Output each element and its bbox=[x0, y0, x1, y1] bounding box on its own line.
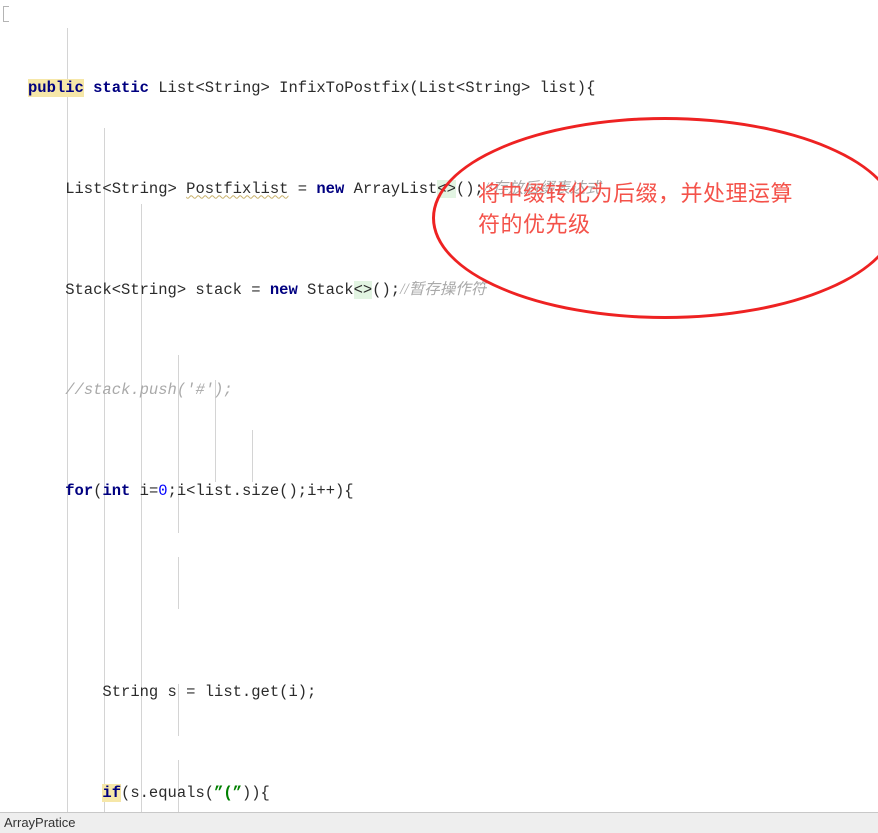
status-bar[interactable]: ArrayPratice bbox=[0, 812, 878, 833]
code-line[interactable]: String s = list.get(i); bbox=[0, 680, 878, 705]
editor-viewport[interactable]: public static List<String> InfixToPostfi… bbox=[0, 0, 878, 812]
inline-comment: //暂存操作符 bbox=[400, 281, 487, 299]
identifier-postfixlist: Postfixlist bbox=[186, 180, 289, 199]
code-content[interactable]: public static List<String> InfixToPostfi… bbox=[0, 0, 878, 812]
keyword-new: new bbox=[316, 180, 345, 199]
number-literal: 0 bbox=[158, 481, 168, 500]
keyword-new: new bbox=[269, 281, 298, 300]
inline-comment: //存放后缀表达式 bbox=[483, 180, 601, 198]
code-line-blank[interactable] bbox=[0, 580, 878, 605]
string-literal: ”(” bbox=[214, 784, 242, 803]
keyword-for: for bbox=[65, 481, 94, 500]
code-line[interactable]: public static List<String> InfixToPostfi… bbox=[0, 76, 878, 101]
keyword-int: int bbox=[102, 481, 131, 500]
keyword-if: if bbox=[102, 784, 122, 803]
code-line[interactable]: //stack.push('#'); bbox=[0, 378, 878, 403]
code-line[interactable]: Stack<String> stack = new Stack<>();//暂存… bbox=[0, 277, 878, 302]
code-line[interactable]: if(s.equals(”(”)){ bbox=[0, 781, 878, 806]
commented-code: //stack.push('#'); bbox=[65, 381, 233, 399]
keyword-public: public bbox=[28, 78, 84, 97]
diamond-operator: <> bbox=[353, 281, 373, 300]
code-line[interactable]: List<String> Postfixlist = new ArrayList… bbox=[0, 176, 878, 201]
keyword-static: static bbox=[93, 78, 149, 97]
code-line[interactable]: for(int i=0;i<list.size();i++){ bbox=[0, 479, 878, 504]
diamond-operator: <> bbox=[437, 180, 456, 199]
status-bar-project-label: ArrayPratice bbox=[4, 815, 76, 830]
code-editor-window: public static List<String> InfixToPostfi… bbox=[0, 0, 878, 833]
